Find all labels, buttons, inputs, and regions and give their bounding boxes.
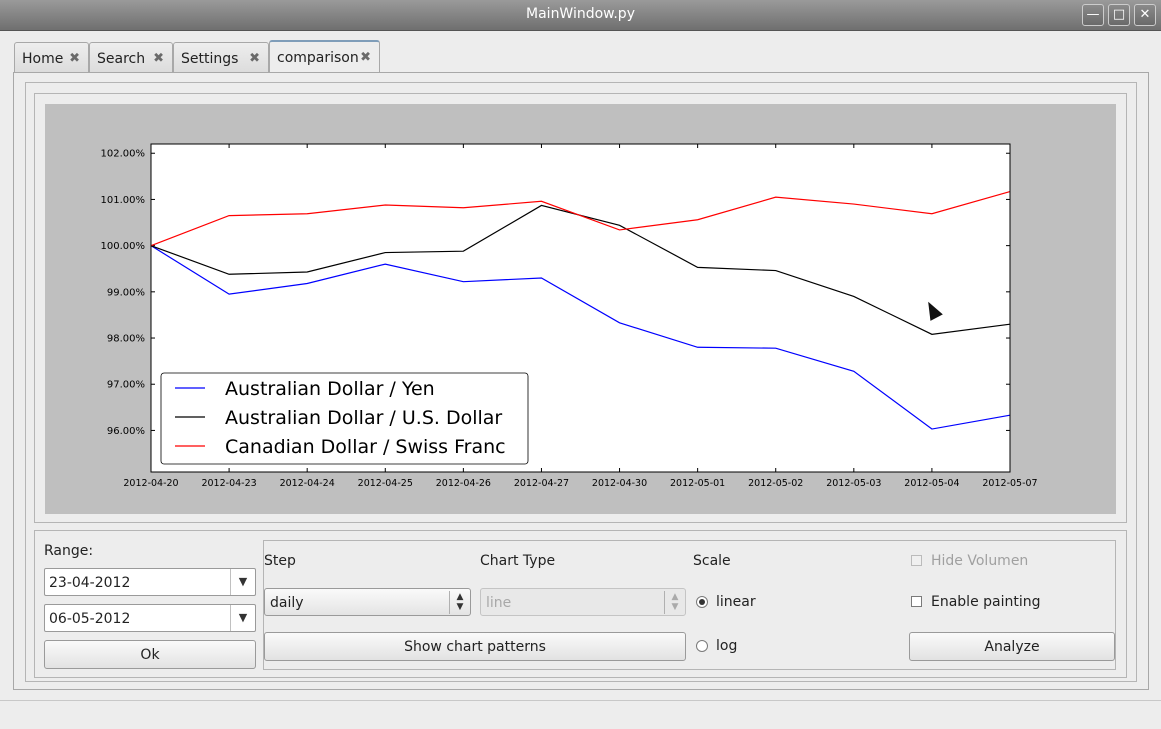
ok-button[interactable]: Ok	[44, 640, 256, 669]
updown-arrows-icon: ▲ ▼	[664, 591, 685, 614]
scale-linear-label: linear	[716, 594, 756, 610]
scale-log-label: log	[716, 638, 738, 654]
scale-label: Scale	[693, 553, 731, 569]
step-select[interactable]: daily ▲ ▼	[264, 588, 471, 616]
x-tick-label: 2012-05-07	[982, 478, 1037, 489]
enable-painting-checkbox[interactable]	[911, 596, 922, 607]
show-chart-patterns-button[interactable]: Show chart patterns	[264, 632, 686, 661]
step-value: daily	[270, 595, 304, 611]
x-tick-label: 2012-04-23	[201, 478, 256, 489]
chart-type-value: line	[486, 595, 512, 611]
range-to-combo[interactable]: 06-05-2012 ▼	[44, 604, 256, 632]
scale-linear-radio[interactable]	[696, 596, 708, 608]
x-tick-label: 2012-04-26	[436, 478, 491, 489]
hide-volumen-checkbox[interactable]	[911, 555, 922, 566]
x-tick-label: 2012-05-02	[748, 478, 803, 489]
y-tick-label: 101.00%	[101, 195, 146, 206]
x-tick-label: 2012-04-30	[592, 478, 647, 489]
chevron-down-icon[interactable]: ▼	[230, 569, 255, 595]
range-from-combo[interactable]: 23-04-2012 ▼	[44, 568, 256, 596]
y-tick-label: 99.00%	[107, 287, 145, 298]
hide-volumen-label: Hide Volumen	[931, 553, 1029, 569]
chart-type-label: Chart Type	[480, 553, 556, 569]
x-tick-label: 2012-04-24	[280, 478, 335, 489]
enable-painting-label: Enable painting	[931, 594, 1041, 610]
x-tick-label: 2012-05-01	[670, 478, 725, 489]
chevron-down-icon[interactable]: ▼	[230, 605, 255, 631]
y-tick-label: 96.00%	[107, 426, 145, 437]
x-tick-label: 2012-05-03	[826, 478, 881, 489]
x-tick-label: 2012-04-27	[514, 478, 569, 489]
status-bar	[0, 700, 1161, 729]
y-tick-label: 98.00%	[107, 334, 145, 345]
range-label: Range:	[44, 543, 94, 559]
x-tick-label: 2012-04-20	[123, 478, 178, 489]
range-from-value: 23-04-2012	[49, 575, 131, 591]
step-label: Step	[264, 553, 296, 569]
legend-label: Canadian Dollar / Swiss Franc	[225, 436, 506, 458]
legend-label: Australian Dollar / Yen	[225, 378, 435, 400]
analyze-button[interactable]: Analyze	[909, 632, 1115, 661]
legend-label: Australian Dollar / U.S. Dollar	[225, 407, 502, 429]
x-tick-label: 2012-04-25	[358, 478, 413, 489]
scale-log-radio[interactable]	[696, 640, 708, 652]
x-tick-label: 2012-05-04	[904, 478, 959, 489]
chart-type-select[interactable]: line ▲ ▼	[480, 588, 686, 616]
updown-arrows-icon: ▲ ▼	[449, 591, 470, 614]
y-tick-label: 100.00%	[101, 241, 146, 252]
y-tick-label: 102.00%	[101, 149, 146, 160]
y-tick-label: 97.00%	[107, 380, 145, 391]
range-to-value: 06-05-2012	[49, 611, 131, 627]
